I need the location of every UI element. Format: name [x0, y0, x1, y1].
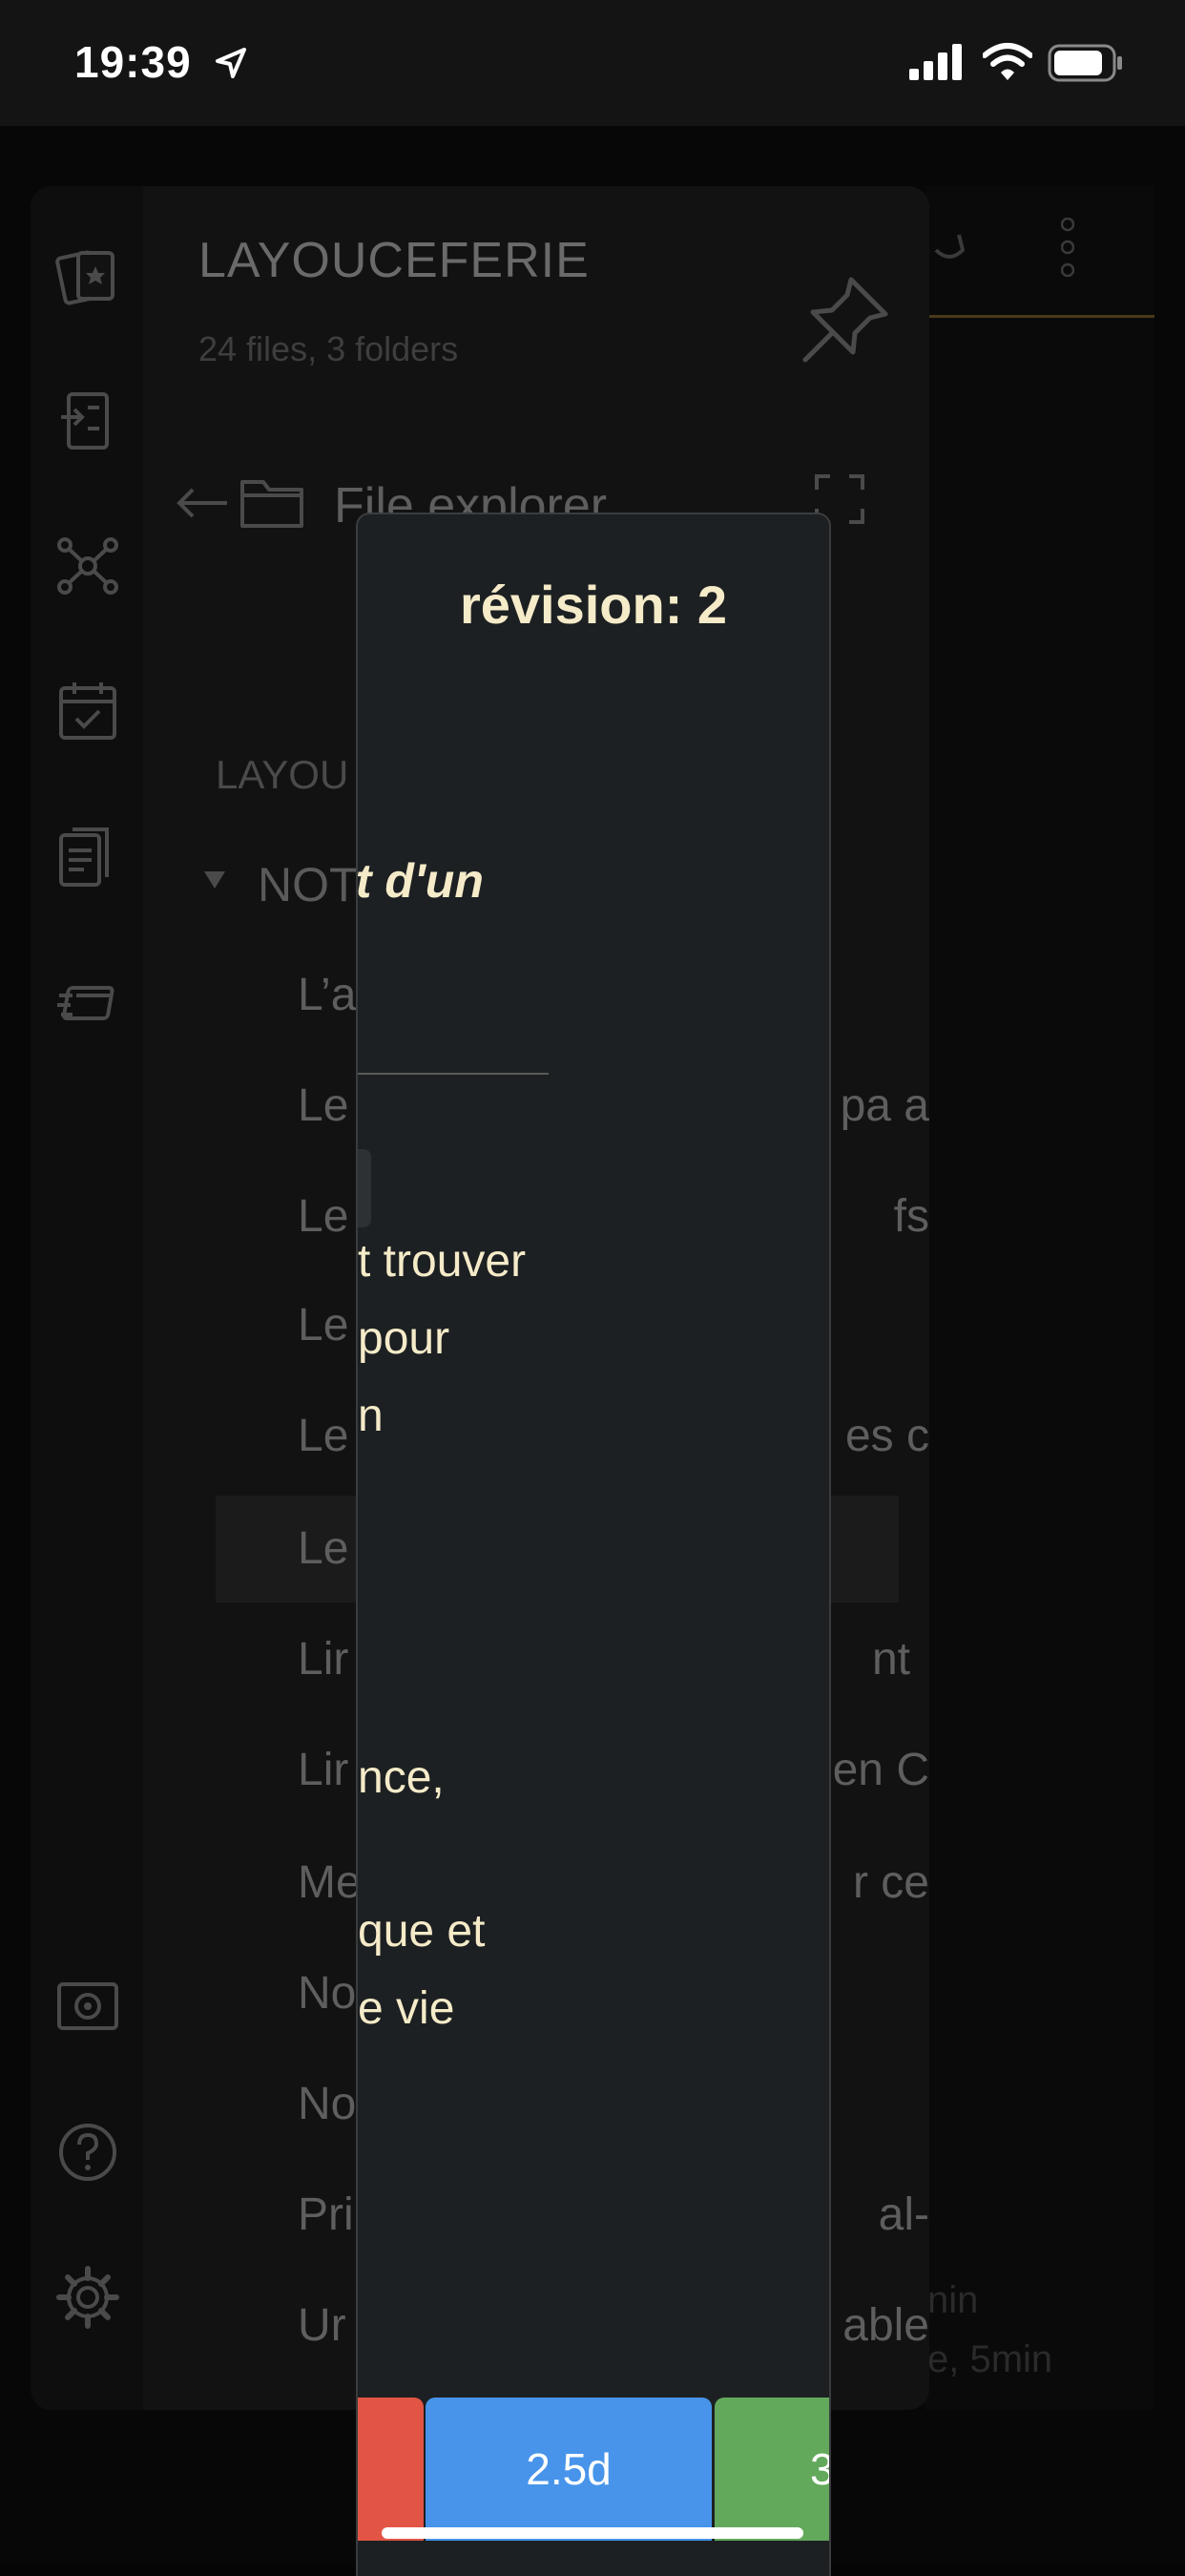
note-line: e vie — [358, 1983, 455, 2034]
review-easy-button[interactable]: 3 — [715, 2398, 829, 2541]
review-again-button[interactable] — [358, 2398, 424, 2541]
file-name: No — [298, 1968, 357, 2019]
file-name-tail: en C — [832, 1745, 929, 1795]
file-name-tail: fs — [893, 1191, 929, 1242]
embed-handle — [358, 1149, 371, 1227]
settings-icon[interactable] — [53, 2263, 122, 2332]
flashcards-icon[interactable] — [53, 241, 122, 310]
vault-label: LAYOU — [216, 752, 349, 797]
back-arrow-icon[interactable] — [174, 484, 231, 522]
vault-subtitle: 24 files, 3 folders — [198, 329, 459, 368]
note-line: n — [358, 1391, 384, 1441]
file-name: Le — [298, 1080, 349, 1131]
file-name: Pri — [298, 2189, 354, 2240]
vault-icon[interactable] — [53, 1971, 122, 2040]
note-heading: et d'un — [356, 854, 484, 908]
file-name: Lir — [298, 1634, 349, 1685]
file-name: Le — [298, 1523, 349, 1574]
import-icon[interactable] — [53, 387, 122, 455]
folder-label[interactable]: NOT — [258, 857, 359, 912]
file-name-tail: nt — [871, 1634, 910, 1685]
file-name-tail: es c — [844, 1411, 929, 1461]
note-line: pour — [358, 1313, 450, 1364]
ribbon — [31, 186, 143, 2410]
caret-down-icon[interactable] — [202, 869, 227, 890]
home-indicator[interactable] — [382, 2527, 803, 2539]
pin-icon[interactable] — [794, 266, 899, 371]
file-name: L’a — [298, 970, 357, 1020]
editor-snippet: nin — [927, 2279, 979, 2321]
review-good-button[interactable]: 2.5d — [426, 2398, 712, 2541]
editor-pane — [925, 186, 1154, 2410]
modal-title: révision: 2 — [459, 575, 728, 635]
signal-icon — [909, 44, 962, 80]
revision-modal: révision: 2 et d'un t trouver pour n nce… — [356, 513, 831, 2576]
file-name: No — [298, 2079, 357, 2129]
more-icon[interactable] — [1061, 218, 1074, 277]
file-name: Ur — [298, 2300, 346, 2351]
status-bar: 19:39 — [0, 0, 1185, 126]
wifi-icon — [983, 43, 1032, 80]
status-time: 19:39 — [74, 37, 192, 87]
battery-icon — [1048, 44, 1122, 82]
file-name: Le — [298, 1411, 349, 1461]
file-name-tail: pa a — [840, 1080, 929, 1131]
editor-snippet: e, 5min — [927, 2338, 1053, 2380]
note-line: que et — [358, 1906, 486, 1957]
file-name: Le — [298, 1300, 349, 1351]
folder-icon — [240, 480, 303, 528]
graph-icon[interactable] — [53, 532, 122, 600]
file-name-tail: al- — [878, 2189, 929, 2240]
editor-header-icon[interactable] — [930, 221, 968, 269]
file-name: Me — [298, 1857, 362, 1908]
divider — [358, 1073, 549, 1075]
file-name-tail: r ce — [852, 1857, 929, 1908]
navigation-arrow-icon — [216, 48, 246, 78]
file-name: Le — [298, 1191, 349, 1242]
note-line: t trouver — [358, 1236, 527, 1287]
templates-icon[interactable] — [53, 822, 122, 890]
note-line: nce, — [358, 1752, 445, 1803]
help-icon[interactable] — [53, 2118, 122, 2187]
file-name-tail: able — [842, 2300, 929, 2351]
vault-title: LAYOUCEFERIE — [198, 233, 590, 288]
slides-icon[interactable] — [53, 967, 122, 1036]
editor-header-accent — [925, 315, 1154, 318]
file-name: Lir — [298, 1745, 349, 1795]
daily-note-icon[interactable] — [53, 677, 122, 745]
